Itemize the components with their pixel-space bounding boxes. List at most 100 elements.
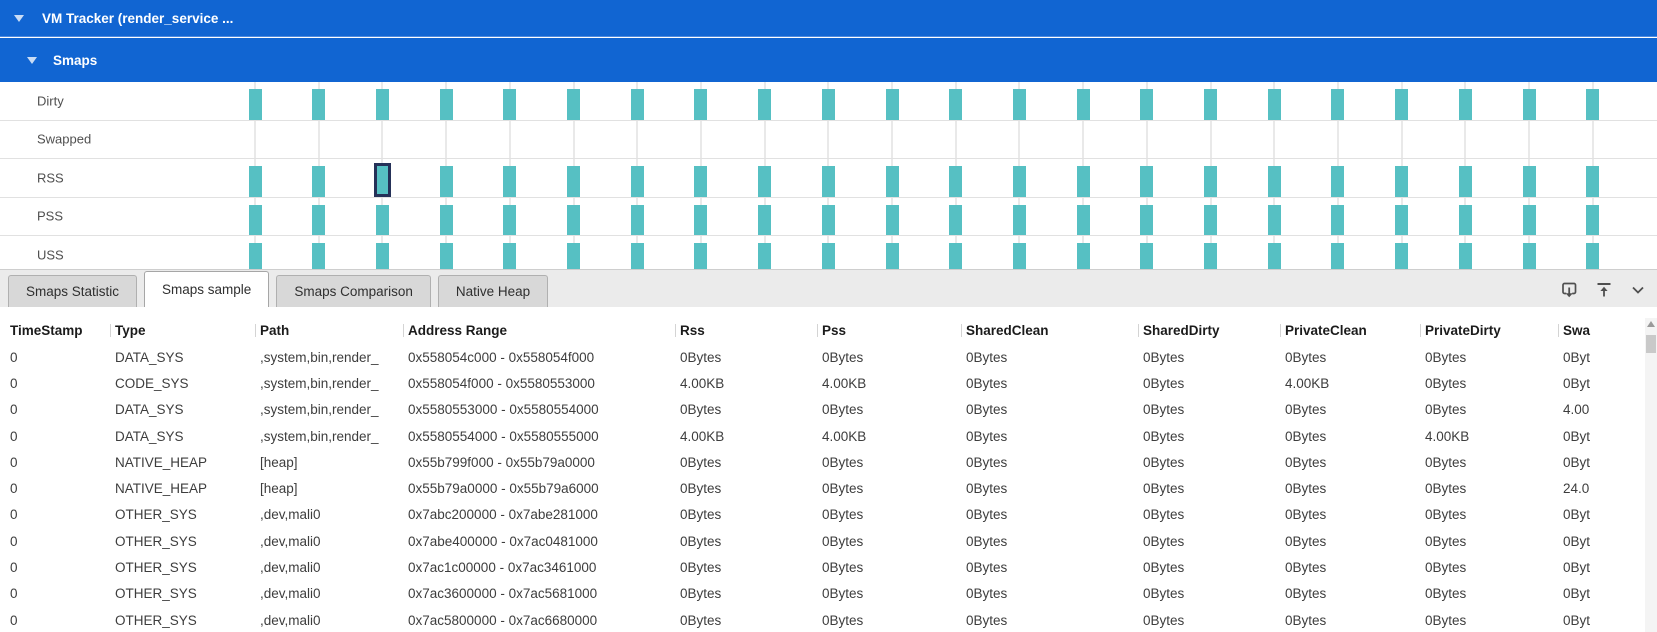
sample-bar-selected[interactable] (374, 163, 391, 197)
column-header-privatedirty[interactable]: PrivateDirty (1425, 323, 1563, 338)
sample-bar[interactable] (694, 205, 707, 236)
collapse-arrow-icon[interactable] (27, 57, 37, 64)
smaps-header-row[interactable]: Smaps (0, 38, 1657, 82)
sample-bar[interactable] (822, 205, 835, 236)
table-row[interactable]: 0DATA_SYS,system,bin,render_0x558054c000… (0, 344, 1657, 370)
table-row[interactable]: 0OTHER_SYS,dev,mali00x7ac1c00000 - 0x7ac… (0, 554, 1657, 580)
table-row[interactable]: 0OTHER_SYS,dev,mali00x7abc200000 - 0x7ab… (0, 502, 1657, 528)
sample-bar[interactable] (886, 243, 899, 269)
sample-bar[interactable] (1077, 89, 1090, 120)
sample-bar[interactable] (949, 166, 962, 197)
sample-bar[interactable] (1586, 243, 1599, 269)
sample-bar[interactable] (1013, 243, 1026, 269)
sample-bar[interactable] (440, 89, 453, 120)
sample-bar[interactable] (758, 166, 771, 197)
column-header-pss[interactable]: Pss (822, 323, 966, 338)
vertical-scrollbar[interactable] (1645, 318, 1657, 632)
sample-bar[interactable] (567, 243, 580, 269)
column-header-rss[interactable]: Rss (680, 323, 822, 338)
column-header-type[interactable]: Type (115, 323, 260, 338)
sample-bar[interactable] (758, 243, 771, 269)
sample-bar[interactable] (1395, 243, 1408, 269)
scrollbar-thumb[interactable] (1646, 335, 1656, 353)
sample-bar[interactable] (567, 205, 580, 236)
sample-bar[interactable] (440, 205, 453, 236)
tab-native-heap[interactable]: Native Heap (438, 275, 548, 307)
sample-bar[interactable] (1395, 205, 1408, 236)
sample-bar[interactable] (758, 89, 771, 120)
tab-smaps-comparison[interactable]: Smaps Comparison (276, 275, 431, 307)
sample-bar[interactable] (886, 89, 899, 120)
table-row[interactable]: 0NATIVE_HEAP[heap]0x55b79a0000 - 0x55b79… (0, 475, 1657, 501)
sample-bar[interactable] (1523, 166, 1536, 197)
sample-bar[interactable] (376, 89, 389, 120)
sample-bar[interactable] (1459, 243, 1472, 269)
table-row[interactable]: 0NATIVE_HEAP[heap]0x55b799f000 - 0x55b79… (0, 449, 1657, 475)
sample-bar[interactable] (1140, 89, 1153, 120)
sample-bar[interactable] (1204, 89, 1217, 120)
table-row[interactable]: 0OTHER_SYS,dev,mali00x7abe400000 - 0x7ac… (0, 528, 1657, 554)
sample-bar[interactable] (1459, 166, 1472, 197)
sample-bar[interactable] (1268, 166, 1281, 197)
sample-bar[interactable] (312, 166, 325, 197)
sample-bar[interactable] (1331, 243, 1344, 269)
sample-bar[interactable] (249, 166, 262, 197)
sample-bar[interactable] (249, 243, 262, 269)
sample-bar[interactable] (503, 205, 516, 236)
sample-bar[interactable] (567, 166, 580, 197)
vm-tracker-header-row[interactable]: VM Tracker (render_service ... (0, 0, 1657, 37)
sample-bar[interactable] (440, 166, 453, 197)
sample-bar[interactable] (1523, 205, 1536, 236)
sample-bar[interactable] (312, 205, 325, 236)
sample-bar[interactable] (503, 243, 516, 269)
sample-bar[interactable] (631, 243, 644, 269)
sample-bar[interactable] (376, 243, 389, 269)
tab-smaps-sample[interactable]: Smaps sample (144, 271, 269, 307)
sample-bar[interactable] (1459, 89, 1472, 120)
sample-bar[interactable] (822, 243, 835, 269)
sample-bar[interactable] (1077, 205, 1090, 236)
sample-bar[interactable] (631, 166, 644, 197)
column-header-privateclean[interactable]: PrivateClean (1285, 323, 1425, 338)
export-icon[interactable] (1559, 280, 1579, 300)
sample-bar[interactable] (631, 205, 644, 236)
sample-bar[interactable] (822, 89, 835, 120)
sample-bar[interactable] (1268, 205, 1281, 236)
table-row[interactable]: 0OTHER_SYS,dev,mali00x7ac5800000 - 0x7ac… (0, 607, 1657, 632)
table-row[interactable]: 0DATA_SYS,system,bin,render_0x5580553000… (0, 397, 1657, 423)
column-header-swa[interactable]: Swa (1563, 323, 1657, 338)
sample-bar[interactable] (1013, 166, 1026, 197)
sample-bar[interactable] (631, 89, 644, 120)
column-header-address-range[interactable]: Address Range (408, 323, 680, 338)
sample-bar[interactable] (1268, 89, 1281, 120)
sample-bar[interactable] (376, 205, 389, 236)
sample-bar[interactable] (949, 89, 962, 120)
sample-bar[interactable] (1204, 205, 1217, 236)
sample-bar[interactable] (1331, 205, 1344, 236)
sample-bar[interactable] (1268, 243, 1281, 269)
sample-bar[interactable] (949, 243, 962, 269)
column-header-path[interactable]: Path (260, 323, 408, 338)
sample-bar[interactable] (694, 166, 707, 197)
sample-bar[interactable] (1204, 166, 1217, 197)
sample-bar[interactable] (249, 205, 262, 236)
sample-bar[interactable] (1331, 89, 1344, 120)
sample-bar[interactable] (1077, 166, 1090, 197)
sample-bar[interactable] (886, 205, 899, 236)
sample-bar[interactable] (1523, 243, 1536, 269)
sample-bar[interactable] (1586, 89, 1599, 120)
column-header-shareddirty[interactable]: SharedDirty (1143, 323, 1285, 338)
sample-bar[interactable] (949, 205, 962, 236)
sample-bar[interactable] (567, 89, 580, 120)
sample-bar[interactable] (1077, 243, 1090, 269)
sample-bar[interactable] (1459, 205, 1472, 236)
sample-bar[interactable] (440, 243, 453, 269)
sample-bar[interactable] (822, 166, 835, 197)
sample-bar[interactable] (312, 89, 325, 120)
scroll-to-top-icon[interactable] (1594, 280, 1614, 300)
sample-bar[interactable] (1204, 243, 1217, 269)
sample-bar[interactable] (886, 166, 899, 197)
sample-bar[interactable] (503, 166, 516, 197)
sample-bar[interactable] (1523, 89, 1536, 120)
sample-bar[interactable] (1140, 205, 1153, 236)
